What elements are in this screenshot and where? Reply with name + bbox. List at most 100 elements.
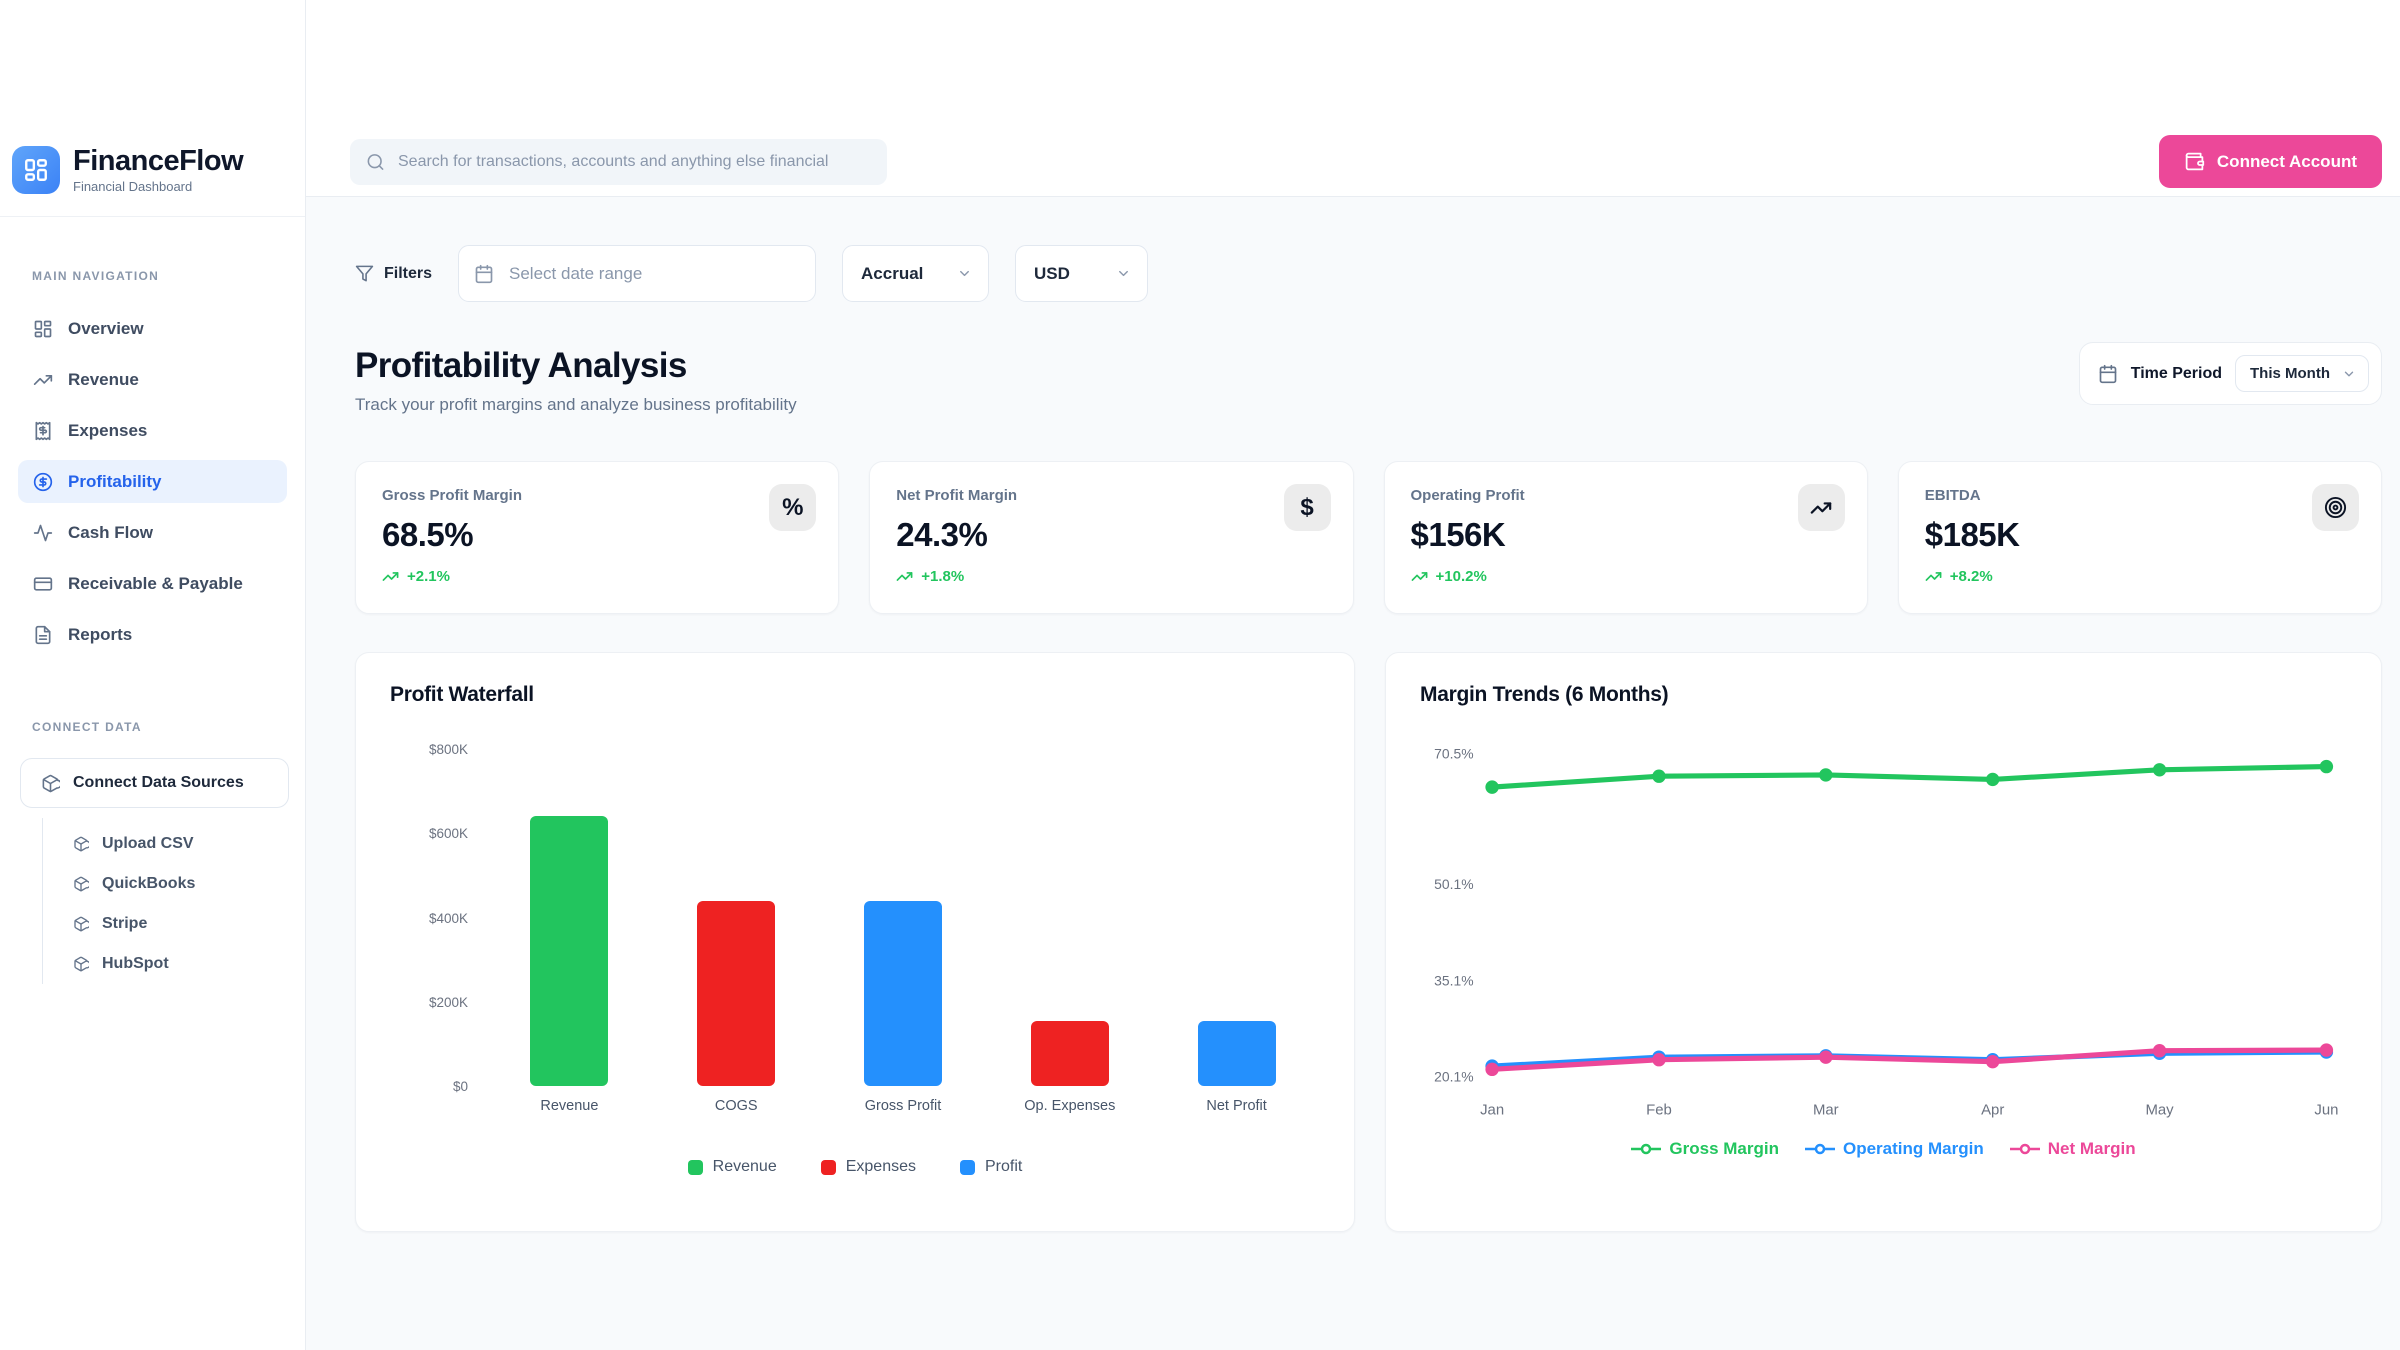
time-period-value: This Month [2250, 365, 2330, 382]
legend-item: Profit [960, 1158, 1022, 1176]
time-period-card: Time Period This Month [2079, 342, 2382, 405]
kpi-card-ebitda: EBITDA $185K +8.2% [1898, 461, 2382, 614]
chevron-down-icon [2342, 367, 2356, 381]
connect-data-sources-label: Connect Data Sources [73, 774, 244, 792]
y-axis-tick: $400K [429, 911, 468, 926]
filters-label: Filters [384, 265, 432, 283]
filters-button[interactable]: Filters [355, 264, 432, 283]
chevron-down-icon [957, 266, 972, 281]
page-title: Profitability Analysis [355, 346, 797, 386]
profit-waterfall-chart: $0$200K$400K$600K$800K RevenueCOGSGross … [390, 749, 1320, 1114]
trending-up-icon [1925, 568, 1942, 585]
sidebar: FinanceFlow Financial Dashboard MAIN NAV… [0, 0, 306, 1350]
legend-swatch [960, 1160, 975, 1175]
kpi-value: $156K [1411, 516, 1841, 554]
trending-up-icon [1411, 568, 1428, 585]
chevron-down-icon [1116, 266, 1131, 281]
connect-item-label: QuickBooks [102, 875, 195, 893]
x-axis-label: May [2145, 1101, 2174, 1118]
sidebar-item-label: Receivable & Payable [68, 574, 243, 594]
waterfall-bar-slot [820, 749, 987, 1086]
date-range-input[interactable] [458, 245, 816, 302]
waterfall-legend: RevenueExpensesProfit [390, 1158, 1320, 1176]
data-point [1485, 780, 1498, 793]
trending-up-icon [1798, 484, 1845, 531]
date-range-field [458, 245, 816, 302]
layout-dashboard-icon [33, 319, 53, 339]
sidebar-item-profitability[interactable]: Profitability [18, 460, 287, 503]
sidebar-item-label: Revenue [68, 370, 139, 390]
connect-item-label: HubSpot [102, 955, 169, 973]
filter-row: Filters Accrual USD [355, 245, 2382, 302]
search-input[interactable] [350, 139, 887, 185]
sidebar-item-cash-flow[interactable]: Cash Flow [18, 511, 287, 554]
profit-waterfall-card: Profit Waterfall $0$200K$400K$600K$800K … [355, 652, 1355, 1232]
x-axis-label: Revenue [486, 1098, 653, 1114]
sidebar-item-reports[interactable]: Reports [18, 613, 287, 656]
sidebar-item-receivable-payable[interactable]: Receivable & Payable [18, 562, 287, 605]
legend-line-marker [1805, 1143, 1835, 1155]
x-axis-label: Op. Expenses [986, 1098, 1153, 1114]
charts-row: Profit Waterfall $0$200K$400K$600K$800K … [355, 652, 2382, 1232]
sidebar-item-label: Cash Flow [68, 523, 153, 543]
accounting-basis-select[interactable]: Accrual [842, 245, 989, 302]
top-header: Connect Account [306, 0, 2400, 197]
kpi-delta: +10.2% [1411, 568, 1841, 585]
kpi-delta-value: +2.1% [407, 568, 450, 585]
search-bar [350, 139, 887, 185]
waterfall-bars [486, 749, 1320, 1086]
credit-card-icon [33, 574, 53, 594]
data-point [1652, 1053, 1665, 1066]
kpi-card-net-profit-margin: Net Profit Margin 24.3% +1.8% $ [869, 461, 1353, 614]
currency-select[interactable]: USD [1015, 245, 1148, 302]
kpi-value: 68.5% [382, 516, 812, 554]
legend-item: Net Margin [2010, 1139, 2136, 1159]
kpi-row: Gross Profit Margin 68.5% +2.1% % Net Pr… [355, 461, 2382, 614]
data-point [2320, 1043, 2333, 1056]
sidebar-item-revenue[interactable]: Revenue [18, 358, 287, 401]
connect-item-quickbooks[interactable]: QuickBooks [43, 864, 287, 904]
kpi-value: 24.3% [896, 516, 1326, 554]
funnel-icon [355, 264, 374, 283]
legend-swatch [688, 1160, 703, 1175]
waterfall-categories: RevenueCOGSGross ProfitOp. ExpensesNet P… [486, 1098, 1320, 1114]
activity-icon [33, 523, 53, 543]
data-point [2153, 1044, 2166, 1057]
sidebar-item-label: Expenses [68, 421, 147, 441]
data-point [2153, 763, 2166, 776]
legend-item: Expenses [821, 1158, 916, 1176]
waterfall-bar-slot [1153, 749, 1320, 1086]
brand-name: FinanceFlow [73, 146, 243, 176]
x-axis-label: Apr [1981, 1101, 2004, 1118]
time-period-select[interactable]: This Month [2235, 355, 2369, 392]
connect-account-button[interactable]: Connect Account [2159, 135, 2382, 188]
connect-data-sources-button[interactable]: Connect Data Sources [20, 758, 289, 808]
connect-item-label: Upload CSV [102, 835, 194, 853]
legend-line-marker [1631, 1143, 1661, 1155]
connect-item-hubspot[interactable]: HubSpot [43, 944, 287, 984]
section-header: Profitability Analysis Track your profit… [355, 346, 2382, 415]
kpi-delta: +8.2% [1925, 568, 2355, 585]
kpi-value: $185K [1925, 516, 2355, 554]
kpi-label: Operating Profit [1411, 487, 1841, 504]
line-series [1492, 767, 2326, 788]
y-axis-tick: 20.1% [1434, 1069, 1473, 1085]
connect-item-upload-csv[interactable]: Upload CSV [43, 824, 287, 864]
data-point [1819, 768, 1832, 781]
package-icon [73, 956, 89, 972]
connect-item-stripe[interactable]: Stripe [43, 904, 287, 944]
sidebar-item-expenses[interactable]: Expenses [18, 409, 287, 452]
kpi-delta-value: +1.8% [921, 568, 964, 585]
main-navigation-label: MAIN NAVIGATION [32, 269, 287, 283]
x-axis-label: Gross Profit [820, 1098, 987, 1114]
legend-label: Gross Margin [1669, 1139, 1779, 1159]
data-point [2320, 760, 2333, 773]
search-icon [366, 152, 385, 171]
x-axis-label: Jan [1480, 1101, 1504, 1118]
legend-label: Net Margin [2048, 1139, 2136, 1159]
calendar-icon [2098, 364, 2118, 384]
receipt-icon [33, 421, 53, 441]
legend-label: Operating Margin [1843, 1139, 1984, 1159]
sidebar-item-overview[interactable]: Overview [18, 307, 287, 350]
kpi-delta: +1.8% [896, 568, 1326, 585]
